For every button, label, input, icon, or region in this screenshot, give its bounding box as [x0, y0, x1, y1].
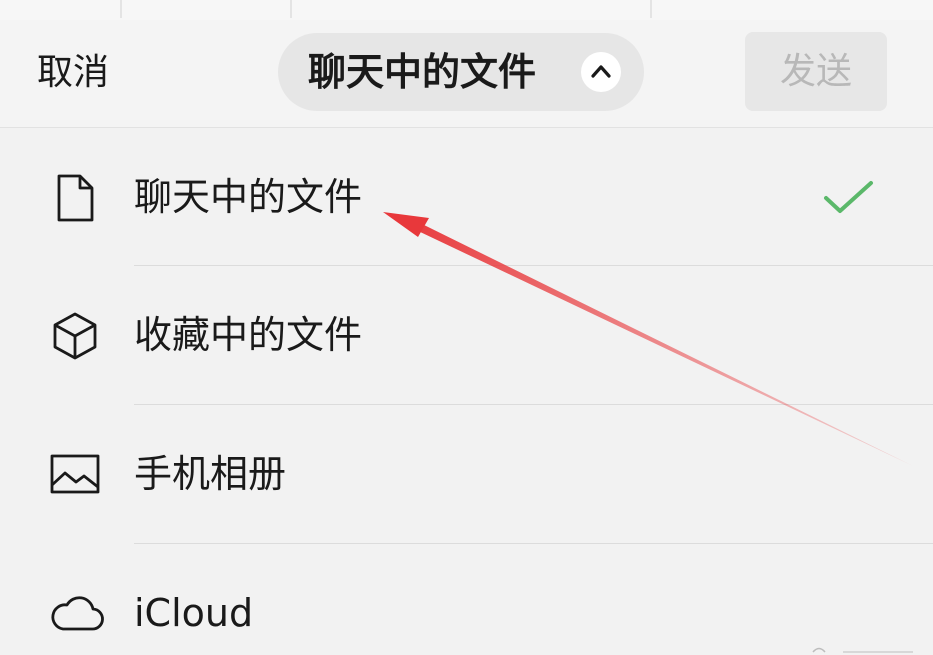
- cloud-icon: [48, 586, 104, 640]
- menu-item-favorite-files[interactable]: 收藏中的文件: [0, 266, 933, 404]
- menu-item-label: 手机相册: [134, 452, 287, 496]
- checkmark-icon: [822, 178, 876, 222]
- top-edge-segment: [290, 0, 292, 18]
- menu-item-chat-files[interactable]: 聊天中的文件: [0, 128, 933, 266]
- chevron-up-icon: [581, 52, 621, 92]
- top-edge-segment: [650, 0, 652, 18]
- watermark-fragment: [812, 647, 913, 653]
- cancel-button[interactable]: 取消: [37, 50, 109, 96]
- photo-album-icon: [48, 447, 102, 501]
- top-edge: [0, 0, 933, 20]
- menu-item-label: 聊天中的文件: [134, 175, 363, 219]
- send-button[interactable]: 发送: [745, 32, 887, 111]
- menu-item-icloud[interactable]: iCloud: [0, 544, 933, 655]
- menu-item-label: iCloud: [134, 591, 254, 635]
- source-dropdown-button[interactable]: 聊天中的文件: [278, 33, 644, 111]
- menu-item-label: 收藏中的文件: [134, 313, 363, 357]
- navigation-bar: 取消 聊天中的文件 发送: [0, 0, 933, 128]
- dropdown-title: 聊天中的文件: [308, 50, 537, 94]
- top-edge-segment: [120, 0, 122, 18]
- menu-item-photo-album[interactable]: 手机相册: [0, 405, 933, 543]
- file-source-picker: 取消 聊天中的文件 发送 聊天中的文件 收藏中的文件 手机相册 iCloud: [0, 0, 933, 655]
- document-icon: [48, 171, 102, 225]
- cube-icon: [48, 309, 102, 363]
